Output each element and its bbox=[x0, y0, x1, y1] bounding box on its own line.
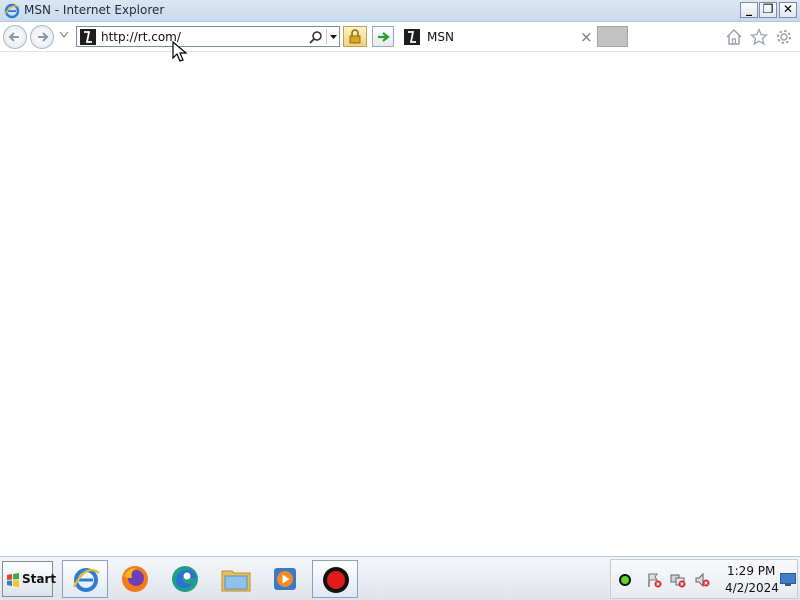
back-arrow-icon bbox=[8, 32, 19, 42]
taskbar-app-edge[interactable] bbox=[162, 560, 208, 598]
forward-arrow-icon bbox=[38, 32, 49, 42]
mouse-cursor-icon bbox=[172, 41, 188, 62]
action-center-flag-icon[interactable] bbox=[646, 572, 662, 588]
windows-flag-icon bbox=[7, 573, 19, 587]
home-icon[interactable] bbox=[725, 28, 743, 46]
security-lock-button[interactable] bbox=[343, 26, 367, 47]
padlock-icon bbox=[349, 29, 361, 44]
firefox-icon bbox=[122, 566, 148, 592]
tab-favicon-icon bbox=[404, 29, 420, 45]
back-button[interactable] bbox=[3, 25, 27, 49]
site-favicon-icon bbox=[80, 29, 96, 45]
taskbar-app-internet-explorer[interactable] bbox=[62, 560, 108, 598]
navigation-bar: http://rt.com/ MSN × bbox=[0, 22, 800, 52]
clock-time[interactable]: 1:29 PM bbox=[727, 564, 775, 578]
folder-icon bbox=[221, 570, 251, 592]
search-icon[interactable] bbox=[309, 30, 323, 44]
maximize-button[interactable]: ❐ bbox=[759, 2, 777, 18]
taskbar-app-media-player[interactable] bbox=[262, 560, 308, 598]
address-bar[interactable]: http://rt.com/ bbox=[76, 26, 340, 47]
volume-icon[interactable] bbox=[694, 572, 710, 588]
green-arrow-icon bbox=[378, 32, 390, 42]
star-icon[interactable] bbox=[750, 28, 768, 46]
address-dropdown-button[interactable] bbox=[326, 29, 340, 44]
ie-logo-icon bbox=[4, 3, 20, 19]
tab-title: MSN bbox=[427, 30, 454, 44]
tab-msn[interactable]: MSN × bbox=[400, 25, 596, 49]
window-title: MSN - Internet Explorer bbox=[24, 3, 165, 17]
taskbar-app-firefox[interactable] bbox=[112, 560, 158, 598]
address-url[interactable]: http://rt.com/ bbox=[101, 30, 181, 44]
history-dropdown-icon[interactable] bbox=[59, 31, 69, 39]
minimize-button[interactable]: _ bbox=[740, 2, 758, 18]
start-button[interactable]: Start bbox=[2, 561, 57, 597]
title-bar: MSN - Internet Explorer _ ❐ ✕ bbox=[0, 0, 800, 22]
taskbar-app-recorder[interactable] bbox=[312, 560, 358, 598]
go-button[interactable] bbox=[372, 26, 394, 47]
ie-logo-icon bbox=[73, 568, 100, 592]
chevron-down-icon bbox=[330, 35, 337, 39]
start-label: Start bbox=[22, 572, 57, 586]
taskbar-app-file-explorer[interactable] bbox=[212, 560, 258, 598]
edge-icon bbox=[172, 566, 198, 592]
media-player-icon bbox=[274, 568, 296, 590]
new-tab-button[interactable] bbox=[597, 26, 628, 47]
forward-button[interactable] bbox=[30, 25, 54, 49]
show-desktop-icon[interactable] bbox=[780, 573, 796, 586]
status-dot-icon[interactable] bbox=[617, 572, 633, 588]
gear-icon[interactable] bbox=[775, 28, 793, 46]
close-button[interactable]: ✕ bbox=[779, 2, 797, 18]
tab-close-icon[interactable]: × bbox=[580, 28, 593, 46]
taskbar: Start 1:29 PM 4/2/2024 bbox=[0, 556, 800, 600]
clock-date[interactable]: 4/2/2024 bbox=[725, 581, 779, 595]
network-icon[interactable] bbox=[670, 572, 686, 588]
page-content bbox=[0, 52, 800, 556]
system-tray: 1:29 PM 4/2/2024 bbox=[610, 559, 798, 599]
record-icon bbox=[323, 567, 349, 593]
